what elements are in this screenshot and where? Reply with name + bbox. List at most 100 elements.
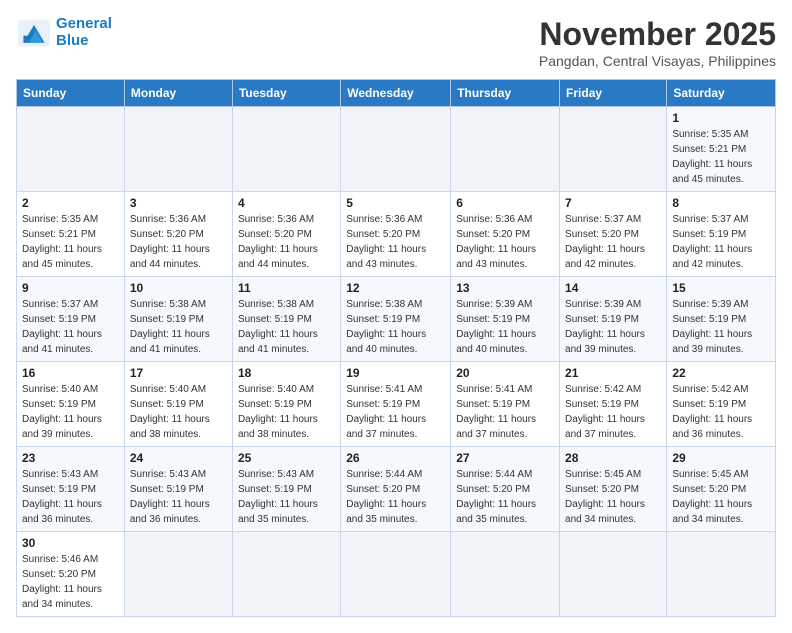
day-info: Sunrise: 5:42 AM Sunset: 5:19 PM Dayligh… xyxy=(672,382,770,442)
day-number: 29 xyxy=(672,451,770,465)
day-number: 11 xyxy=(238,281,335,295)
cell-week3-day2: 10Sunrise: 5:38 AM Sunset: 5:19 PM Dayli… xyxy=(124,277,232,362)
month-title: November 2025 xyxy=(539,16,776,53)
cell-week5-day1: 23Sunrise: 5:43 AM Sunset: 5:19 PM Dayli… xyxy=(17,447,125,532)
day-number: 10 xyxy=(130,281,227,295)
day-number: 13 xyxy=(456,281,554,295)
calendar-table: Sunday Monday Tuesday Wednesday Thursday… xyxy=(16,79,776,617)
week-row-1: 1Sunrise: 5:35 AM Sunset: 5:21 PM Daylig… xyxy=(17,107,776,192)
day-number: 30 xyxy=(22,536,119,550)
day-number: 28 xyxy=(565,451,661,465)
day-info: Sunrise: 5:36 AM Sunset: 5:20 PM Dayligh… xyxy=(346,212,445,272)
cell-week5-day3: 25 Sunrise: 5:43 AM Sunset: 5:19 PM Dayli… xyxy=(232,447,340,532)
day-number: 14 xyxy=(565,281,661,295)
cell-week3-day6: 14 Sunrise: 5:39 AM Sunset: 5:19 PM Dayli… xyxy=(560,277,667,362)
day-info: Sunrise: 5:36 AM Sunset: 5:20 PM Dayligh… xyxy=(456,212,554,272)
header-sunday: Sunday xyxy=(17,80,125,107)
day-number: 27 xyxy=(456,451,554,465)
cell-week4-day6: 21 Sunrise: 5:42 AM Sunset: 5:19 PM Dayli… xyxy=(560,362,667,447)
cell-week2-day5: 6 Sunrise: 5:36 AM Sunset: 5:20 PM Daylig… xyxy=(451,192,560,277)
day-number: 16 xyxy=(22,366,119,380)
day-number: 9 xyxy=(22,281,119,295)
day-number: 18 xyxy=(238,366,335,380)
day-info: Sunrise: 5:43 AM Sunset: 5:19 PM Dayligh… xyxy=(238,467,335,527)
week-row-4: 16 Sunrise: 5:40 AM Sunset: 5:19 PM Dayli… xyxy=(17,362,776,447)
day-info: Sunrise: 5:38 AM Sunset: 5:19 PM Dayligh… xyxy=(346,297,445,357)
header-monday: Monday xyxy=(124,80,232,107)
cell-week4-day1: 16Sunrise: 5:40 AM Sunset: 5:19 PM Dayli… xyxy=(17,362,125,447)
day-number: 6 xyxy=(456,196,554,210)
day-info: Sunrise: 5:45 AM Sunset: 5:20 PM Dayligh… xyxy=(565,467,661,527)
cell-week1-day4 xyxy=(341,107,451,192)
day-info: Sunrise: 5:39 AM Sunset: 5:19 PM Dayligh… xyxy=(672,297,770,357)
day-number: 21 xyxy=(565,366,661,380)
day-info: Sunrise: 5:43 AM Sunset: 5:19 PM Dayligh… xyxy=(130,467,227,527)
location-subtitle: Pangdan, Central Visayas, Philippines xyxy=(539,53,776,69)
cell-week4-day5: 20Sunrise: 5:41 AM Sunset: 5:19 PM Dayli… xyxy=(451,362,560,447)
day-info: Sunrise: 5:39 AM Sunset: 5:19 PM Dayligh… xyxy=(565,297,661,357)
day-number: 25 xyxy=(238,451,335,465)
cell-week3-day4: 12 Sunrise: 5:38 AM Sunset: 5:19 PM Dayli… xyxy=(341,277,451,362)
day-info: Sunrise: 5:44 AM Sunset: 5:20 PM Dayligh… xyxy=(456,467,554,527)
logo-blue: Blue xyxy=(56,32,89,49)
day-info: Sunrise: 5:36 AM Sunset: 5:20 PM Dayligh… xyxy=(130,212,227,272)
cell-week5-day2: 24 Sunrise: 5:43 AM Sunset: 5:19 PM Dayli… xyxy=(124,447,232,532)
cell-week6-day1: 30 Sunrise: 5:46 AM Sunset: 5:20 PM Dayli… xyxy=(17,532,125,617)
day-info: Sunrise: 5:40 AM Sunset: 5:19 PM Dayligh… xyxy=(238,382,335,442)
day-number: 5 xyxy=(346,196,445,210)
week-row-2: 2Sunrise: 5:35 AM Sunset: 5:21 PM Daylig… xyxy=(17,192,776,277)
day-number: 15 xyxy=(672,281,770,295)
cell-week6-day3 xyxy=(232,532,340,617)
cell-week2-day1: 2Sunrise: 5:35 AM Sunset: 5:21 PM Daylig… xyxy=(17,192,125,277)
day-number: 24 xyxy=(130,451,227,465)
cell-week6-day4 xyxy=(341,532,451,617)
day-info: Sunrise: 5:37 AM Sunset: 5:19 PM Dayligh… xyxy=(22,297,119,357)
week-row-5: 23 Sunrise: 5:43 AM Sunset: 5:19 PM Dayli… xyxy=(17,447,776,532)
cell-week2-day7: 8Sunrise: 5:37 AM Sunset: 5:19 PM Daylig… xyxy=(667,192,776,277)
header-wednesday: Wednesday xyxy=(341,80,451,107)
week-row-6: 30 Sunrise: 5:46 AM Sunset: 5:20 PM Dayli… xyxy=(17,532,776,617)
day-number: 8 xyxy=(672,196,770,210)
cell-week3-day7: 15 Sunrise: 5:39 AM Sunset: 5:19 PM Dayli… xyxy=(667,277,776,362)
title-block: November 2025 Pangdan, Central Visayas, … xyxy=(539,16,776,69)
week-row-3: 9 Sunrise: 5:37 AM Sunset: 5:19 PM Daylig… xyxy=(17,277,776,362)
cell-week5-day7: 29 Sunrise: 5:45 AM Sunset: 5:20 PM Dayli… xyxy=(667,447,776,532)
day-info: Sunrise: 5:42 AM Sunset: 5:19 PM Dayligh… xyxy=(565,382,661,442)
day-number: 2 xyxy=(22,196,119,210)
logo-general: General xyxy=(56,15,112,32)
day-info: Sunrise: 5:41 AM Sunset: 5:19 PM Dayligh… xyxy=(346,382,445,442)
cell-week6-day5 xyxy=(451,532,560,617)
cell-week3-day5: 13Sunrise: 5:39 AM Sunset: 5:19 PM Dayli… xyxy=(451,277,560,362)
header-thursday: Thursday xyxy=(451,80,560,107)
cell-week6-day6 xyxy=(560,532,667,617)
day-number: 23 xyxy=(22,451,119,465)
day-number: 12 xyxy=(346,281,445,295)
day-info: Sunrise: 5:35 AM Sunset: 5:21 PM Dayligh… xyxy=(672,127,770,187)
cell-week2-day2: 3Sunrise: 5:36 AM Sunset: 5:20 PM Daylig… xyxy=(124,192,232,277)
page-header: General Blue November 2025 Pangdan, Cent… xyxy=(16,16,776,69)
day-info: Sunrise: 5:45 AM Sunset: 5:20 PM Dayligh… xyxy=(672,467,770,527)
day-info: Sunrise: 5:40 AM Sunset: 5:19 PM Dayligh… xyxy=(130,382,227,442)
logo: General Blue xyxy=(16,16,112,49)
cell-week1-day1 xyxy=(17,107,125,192)
header-saturday: Saturday xyxy=(667,80,776,107)
cell-week4-day4: 19 Sunrise: 5:41 AM Sunset: 5:19 PM Dayli… xyxy=(341,362,451,447)
cell-week2-day4: 5 Sunrise: 5:36 AM Sunset: 5:20 PM Daylig… xyxy=(341,192,451,277)
cell-week4-day7: 22 Sunrise: 5:42 AM Sunset: 5:19 PM Dayli… xyxy=(667,362,776,447)
cell-week2-day6: 7Sunrise: 5:37 AM Sunset: 5:20 PM Daylig… xyxy=(560,192,667,277)
cell-week5-day5: 27 Sunrise: 5:44 AM Sunset: 5:20 PM Dayli… xyxy=(451,447,560,532)
day-info: Sunrise: 5:38 AM Sunset: 5:19 PM Dayligh… xyxy=(238,297,335,357)
cell-week4-day2: 17Sunrise: 5:40 AM Sunset: 5:19 PM Dayli… xyxy=(124,362,232,447)
day-number: 22 xyxy=(672,366,770,380)
cell-week6-day7 xyxy=(667,532,776,617)
day-number: 19 xyxy=(346,366,445,380)
cell-week2-day3: 4Sunrise: 5:36 AM Sunset: 5:20 PM Daylig… xyxy=(232,192,340,277)
cell-week3-day3: 11 Sunrise: 5:38 AM Sunset: 5:19 PM Dayli… xyxy=(232,277,340,362)
header-tuesday: Tuesday xyxy=(232,80,340,107)
calendar-header: Sunday Monday Tuesday Wednesday Thursday… xyxy=(17,80,776,107)
cell-week1-day6 xyxy=(560,107,667,192)
day-number: 4 xyxy=(238,196,335,210)
day-number: 7 xyxy=(565,196,661,210)
day-info: Sunrise: 5:46 AM Sunset: 5:20 PM Dayligh… xyxy=(22,552,119,612)
cell-week1-day3 xyxy=(232,107,340,192)
